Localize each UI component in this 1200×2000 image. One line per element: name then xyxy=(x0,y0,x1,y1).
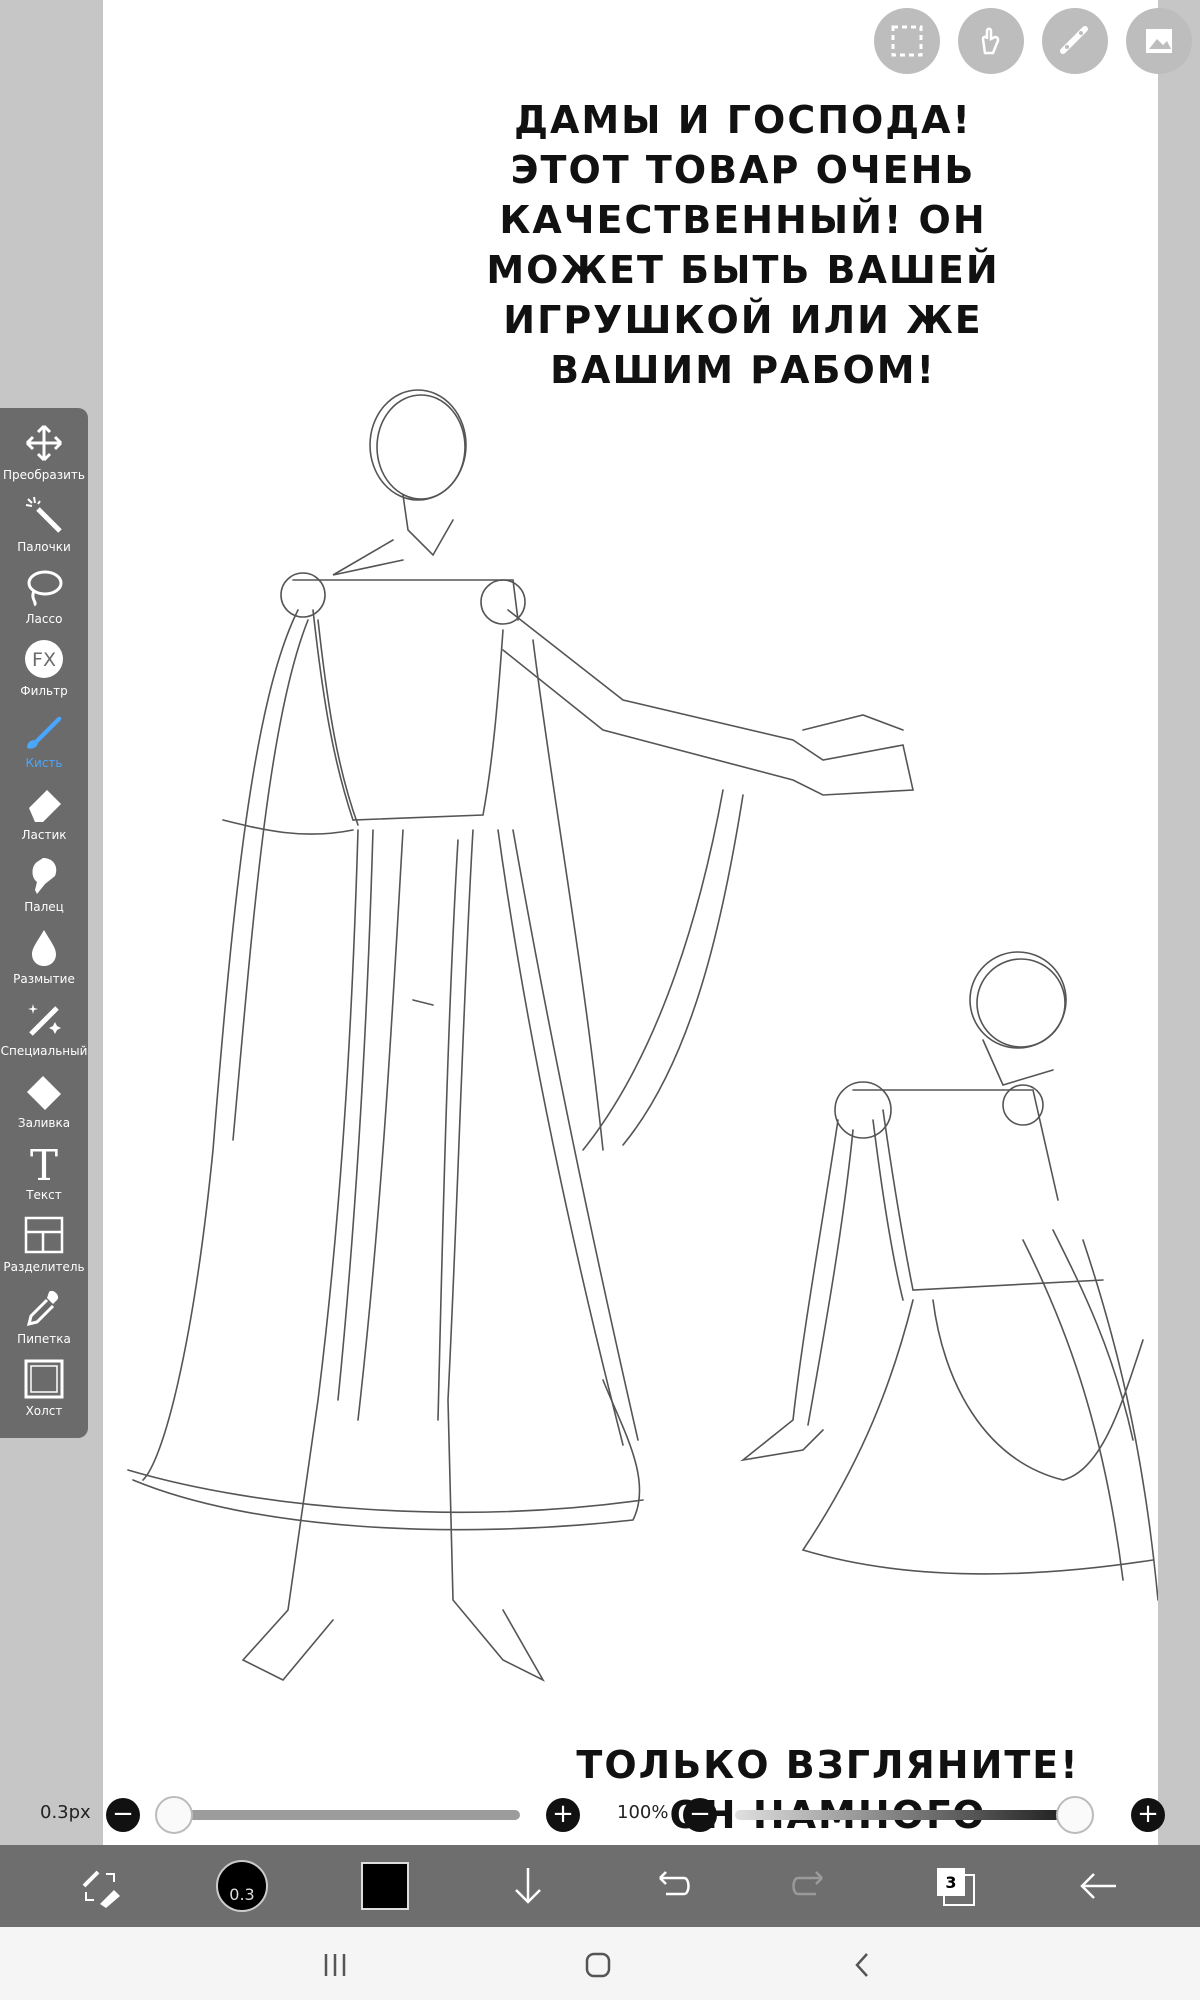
frame-divider-icon xyxy=(24,1216,64,1254)
tool-magic-wand[interactable]: Палочки xyxy=(0,492,88,564)
image-icon xyxy=(1146,29,1172,53)
system-navigation-bar xyxy=(0,1927,1200,2000)
opacity-slider-thumb[interactable] xyxy=(1056,1796,1094,1834)
tool-canvas[interactable]: Холст xyxy=(0,1356,88,1428)
color-picker-button[interactable] xyxy=(355,1845,415,1927)
canvas-icon xyxy=(24,1359,64,1399)
opacity-slider-track[interactable] xyxy=(735,1810,1090,1820)
tool-fill[interactable]: Заливка xyxy=(0,1068,88,1140)
current-color-swatch xyxy=(361,1862,409,1910)
size-slider-thumb[interactable] xyxy=(155,1796,193,1834)
tool-filter[interactable]: FX Фильтр xyxy=(0,636,88,708)
eyedropper-icon xyxy=(26,1290,59,1327)
tool-eraser[interactable]: Ластик xyxy=(0,780,88,852)
home-button[interactable] xyxy=(578,1945,618,1985)
opacity-increase-button[interactable]: + xyxy=(1131,1798,1165,1832)
tool-transform[interactable]: Преобразить xyxy=(0,420,88,492)
move-arrows-icon xyxy=(25,424,63,462)
tool-lasso[interactable]: Лассо xyxy=(0,564,88,636)
reference-image-button[interactable] xyxy=(1126,8,1192,74)
blur-drop-icon xyxy=(32,930,56,966)
tool-blur[interactable]: Размытие xyxy=(0,924,88,996)
eraser-icon xyxy=(29,790,61,822)
ruler-icon xyxy=(1060,26,1088,54)
size-increase-button[interactable]: + xyxy=(546,1798,580,1832)
opacity-label: 100% xyxy=(617,1802,669,1823)
brush-size-indicator: 0.3 xyxy=(216,1860,268,1912)
ruler-button[interactable] xyxy=(1042,8,1108,74)
tool-text[interactable]: T Текст xyxy=(0,1140,88,1212)
opacity-decrease-button[interactable]: − xyxy=(683,1798,717,1832)
svg-text:FX: FX xyxy=(32,649,56,671)
size-slider-track[interactable] xyxy=(175,1810,520,1820)
drawing-canvas[interactable]: ДАМЫ И ГОСПОДА! ЭТОТ ТОВАР ОЧЕНЬ КАЧЕСТВ… xyxy=(103,0,1158,1845)
fx-icon: FX xyxy=(25,640,63,678)
layers-icon: 3 xyxy=(935,1866,975,1906)
hand-icon xyxy=(981,27,1000,55)
tool-special-brush[interactable]: Специальный xyxy=(0,996,88,1068)
size-decrease-button[interactable]: − xyxy=(106,1798,140,1832)
recent-apps-icon xyxy=(324,1954,346,1976)
brush-size-label: 0.3px xyxy=(40,1802,91,1823)
magic-wand-icon xyxy=(25,496,62,533)
selection-icon xyxy=(891,25,923,57)
hand-tool-button[interactable] xyxy=(958,8,1024,74)
bottom-toolbar: 0.3 3 xyxy=(0,1845,1200,1927)
tool-frame-divider[interactable]: Разделитель xyxy=(0,1212,88,1284)
undo-button[interactable] xyxy=(640,1845,700,1927)
undo-icon xyxy=(659,1871,690,1896)
brush-icon xyxy=(27,716,62,749)
arrow-left-icon xyxy=(1080,1873,1116,1899)
brush-size-button[interactable]: 0.3 xyxy=(212,1845,272,1927)
text-icon: T xyxy=(30,1142,58,1184)
left-toolbar: Преобразить Палочки Лассо FX Фильтр Кист… xyxy=(0,408,88,1438)
redo-icon xyxy=(792,1871,823,1896)
chevron-left-icon xyxy=(855,1953,868,1977)
finger-icon xyxy=(32,858,57,894)
tool-brush[interactable]: Кисть xyxy=(0,708,88,780)
layer-count: 3 xyxy=(945,1872,957,1892)
svg-text:T: T xyxy=(30,1142,58,1184)
redo-button[interactable] xyxy=(782,1845,842,1927)
arrow-down-icon xyxy=(515,1868,541,1904)
brush-eraser-swap-icon xyxy=(82,1870,120,1908)
tool-smudge[interactable]: Палец xyxy=(0,852,88,924)
quick-swap-button[interactable] xyxy=(70,1845,130,1927)
tool-eyedropper[interactable]: Пипетка xyxy=(0,1284,88,1356)
back-button[interactable] xyxy=(1068,1845,1128,1927)
fill-bucket-icon xyxy=(27,1076,61,1110)
lasso-icon xyxy=(27,570,63,607)
special-brush-icon xyxy=(28,1004,61,1036)
layers-button[interactable]: 3 xyxy=(925,1845,985,1927)
system-back-button[interactable] xyxy=(842,1945,882,1985)
home-icon xyxy=(585,1952,611,1978)
caption-top: ДАМЫ И ГОСПОДА! ЭТОТ ТОВАР ОЧЕНЬ КАЧЕСТВ… xyxy=(486,98,1000,392)
brush-slider-row: 0.3px − + 100% − + xyxy=(0,1790,1200,1840)
layer-down-button[interactable] xyxy=(498,1845,558,1927)
recent-apps-button[interactable] xyxy=(315,1945,355,1985)
selection-button[interactable] xyxy=(874,8,940,74)
